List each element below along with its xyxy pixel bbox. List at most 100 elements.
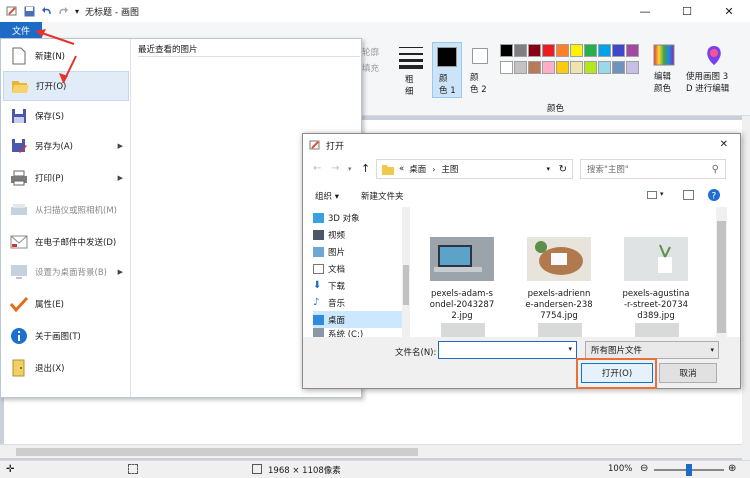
palette-swatch[interactable] — [598, 44, 611, 57]
palette-swatch[interactable] — [528, 44, 541, 57]
menu-item-new[interactable]: 新建(N) — [3, 41, 129, 71]
vertical-scrollbar[interactable] — [742, 116, 750, 460]
search-input[interactable]: 搜索"主图" ⚲ — [580, 159, 726, 179]
palette-swatch[interactable] — [500, 44, 513, 57]
fill-button[interactable]: 填充 — [362, 62, 379, 74]
palette-swatch[interactable] — [556, 61, 569, 74]
customize-quick-access-icon[interactable]: ▾ — [75, 7, 79, 16]
nav-item-documents[interactable]: 文档 — [313, 260, 407, 277]
nav-item-videos[interactable]: 视频 — [313, 226, 407, 243]
color2-swatch — [472, 48, 488, 64]
path-segment-desktop[interactable]: 桌面 — [409, 163, 426, 175]
palette-swatch[interactable] — [584, 44, 597, 57]
menu-item-label: 从扫描仪或照相机(M) — [35, 206, 117, 216]
cancel-button[interactable]: 取消 — [659, 363, 717, 383]
path-separator: « — [399, 164, 405, 174]
menu-item-label: 新建(N) — [35, 52, 65, 62]
refresh-icon[interactable]: ↻ — [559, 164, 567, 175]
menu-item-save-as[interactable]: 另存为(A) ▶ — [3, 131, 129, 161]
open-button[interactable]: 打开(O) — [581, 363, 653, 383]
image-thumbnail[interactable] — [441, 323, 485, 337]
horizontal-scrollbar[interactable] — [0, 444, 742, 458]
palette-swatch[interactable] — [626, 44, 639, 57]
palette-swatch[interactable] — [556, 44, 569, 57]
file-item[interactable]: pexels-agustina -r-street-20734 d389.jpg — [613, 237, 699, 322]
dialog-toolbar: 组织 ▾ 新建文件夹 ▾ ? — [303, 187, 740, 205]
help-icon[interactable]: ? — [708, 189, 720, 201]
maximize-button[interactable]: ☐ — [666, 0, 708, 22]
organize-button[interactable]: 组织 ▾ — [315, 190, 339, 202]
menu-item-save[interactable]: 保存(S) — [3, 101, 129, 131]
palette-swatch[interactable] — [570, 61, 583, 74]
palette-swatch[interactable] — [626, 61, 639, 74]
file-tab[interactable]: 文件 — [0, 22, 42, 38]
info-icon — [9, 326, 29, 346]
palette-swatch[interactable] — [528, 61, 541, 74]
up-arrow-icon[interactable]: ↑ — [361, 162, 370, 175]
nav-item-3d-objects[interactable]: 3D 对象 — [313, 209, 407, 226]
color2-button[interactable]: 颜 色 2 — [466, 42, 496, 98]
size-button[interactable]: 粗 细 — [396, 44, 426, 100]
menu-item-exit[interactable]: 退出(X) — [3, 353, 129, 383]
redo-icon[interactable] — [58, 6, 69, 17]
scrollbar-thumb[interactable] — [16, 448, 418, 456]
image-thumbnail[interactable] — [635, 323, 679, 337]
color1-button[interactable]: 颜 色 1 — [432, 42, 462, 98]
minimize-button[interactable]: — — [624, 0, 666, 22]
save-icon[interactable] — [24, 6, 35, 17]
dialog-close-button[interactable]: ✕ — [720, 139, 728, 150]
file-item[interactable]: pexels-adrienn e-andersen-238 7754.jpg — [516, 237, 602, 322]
outline-button[interactable]: 轮廓 — [362, 46, 379, 58]
back-arrow-icon[interactable]: ← — [313, 163, 321, 174]
zoom-slider-thumb[interactable] — [686, 464, 692, 476]
menu-item-print[interactable]: 打印(P) ▶ — [3, 163, 129, 193]
palette-swatch[interactable] — [570, 44, 583, 57]
save-as-icon — [9, 136, 29, 156]
file-item[interactable]: pexels-adam-s ondel-2043287 2.jpg — [419, 237, 505, 322]
nav-item-downloads[interactable]: ⬇ 下载 — [313, 277, 407, 294]
menu-item-from-scanner[interactable]: 从扫描仪或照相机(M) — [3, 195, 129, 225]
palette-swatch[interactable] — [514, 44, 527, 57]
paint3d-button[interactable]: 使用画图 3 D 进行编辑 — [684, 44, 744, 100]
filename-dropdown-icon[interactable]: ▾ — [568, 345, 572, 353]
menu-item-properties[interactable]: 属性(E) — [3, 289, 129, 319]
file-list-scrollbar[interactable] — [716, 207, 727, 337]
palette-swatch[interactable] — [598, 61, 611, 74]
nav-item-music[interactable]: ♪ 音乐 — [313, 294, 407, 311]
palette-swatch[interactable] — [612, 44, 625, 57]
forward-arrow-icon[interactable]: → — [331, 163, 339, 174]
palette-swatch[interactable] — [514, 61, 527, 74]
view-options-dropdown-icon[interactable]: ▾ — [660, 190, 664, 198]
new-folder-button[interactable]: 新建文件夹 — [361, 190, 404, 202]
scrollbar-thumb[interactable] — [403, 265, 409, 305]
zoom-slider[interactable] — [654, 464, 724, 476]
view-options-icon[interactable] — [647, 191, 657, 199]
zoom-in-icon[interactable]: ⊕ — [728, 463, 736, 474]
navigation-scrollbar[interactable] — [402, 207, 410, 337]
menu-item-send-email[interactable]: 在电子邮件中发送(D) — [3, 227, 129, 257]
zoom-out-icon[interactable]: ⊖ — [640, 463, 648, 474]
palette-swatch[interactable] — [500, 61, 513, 74]
palette-swatch[interactable] — [612, 61, 625, 74]
nav-item-pictures[interactable]: 图片 — [313, 243, 407, 260]
recent-locations-icon[interactable]: ▾ — [348, 165, 352, 173]
menu-item-open[interactable]: 打开(O) — [3, 71, 129, 101]
address-bar[interactable]: « 桌面 › 主图 ▾ ↻ — [376, 159, 573, 179]
filetype-select[interactable]: 所有图片文件 ▾ — [585, 341, 719, 359]
preview-pane-icon[interactable] — [683, 190, 694, 200]
image-thumbnail[interactable] — [538, 323, 582, 337]
palette-swatch[interactable] — [584, 61, 597, 74]
menu-item-set-desktop-background[interactable]: 设置为桌面背景(B) ▶ — [3, 257, 129, 287]
close-button[interactable]: ✕ — [708, 0, 750, 22]
nav-item-desktop[interactable]: 桌面 — [313, 311, 407, 328]
edit-colors-button[interactable]: 编辑 颜色 — [648, 44, 680, 100]
palette-swatch[interactable] — [542, 44, 555, 57]
palette-swatch[interactable] — [542, 61, 555, 74]
filename-input[interactable]: ▾ — [438, 341, 577, 359]
menu-item-about[interactable]: 关于画图(T) — [3, 321, 129, 351]
path-segment-current[interactable]: 主图 — [441, 163, 458, 175]
undo-icon[interactable] — [41, 6, 52, 17]
address-dropdown-icon[interactable]: ▾ — [546, 165, 550, 173]
scrollbar-thumb[interactable] — [717, 221, 726, 333]
nav-item-system-drive[interactable]: 系统 (C:) — [313, 328, 407, 337]
